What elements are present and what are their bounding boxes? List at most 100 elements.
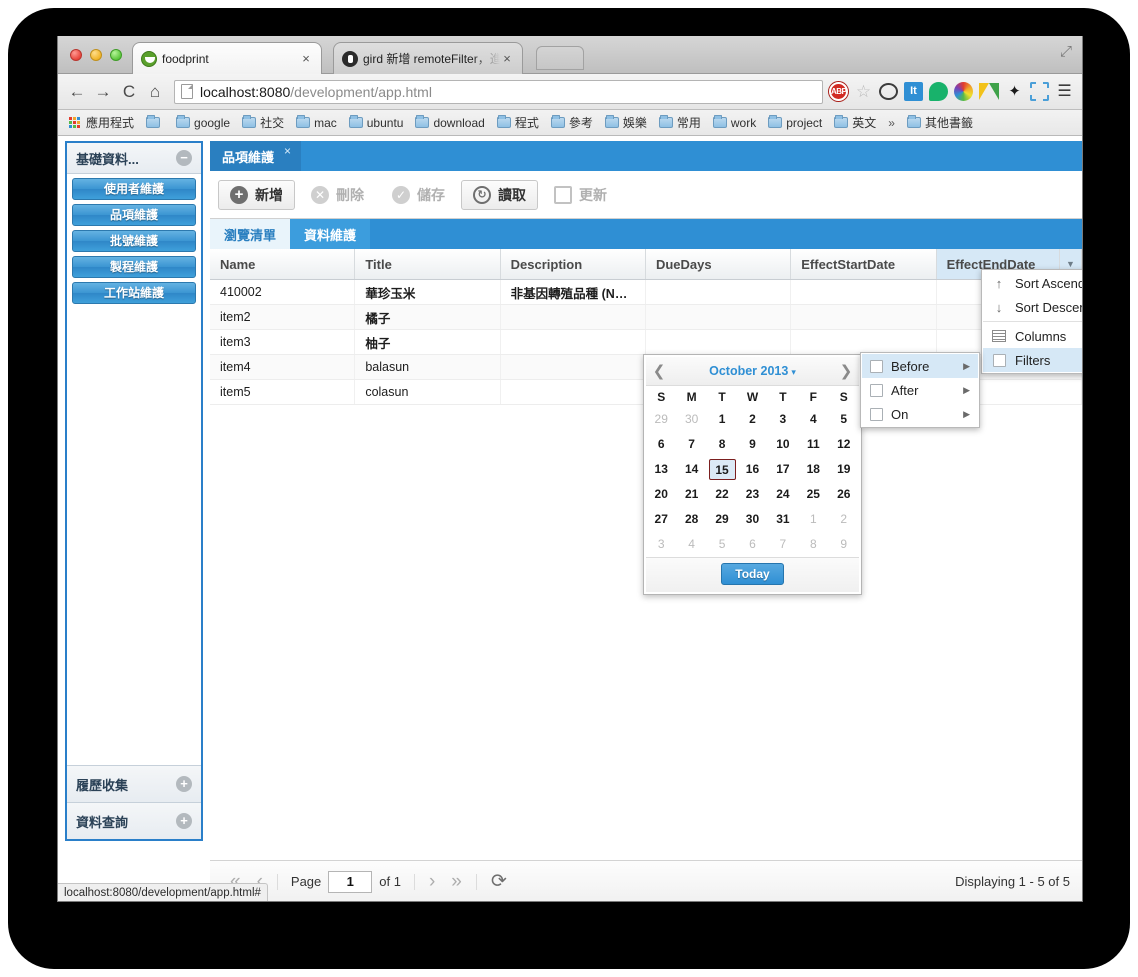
calendar-day[interactable]: 3 (768, 407, 798, 432)
calendar-day[interactable]: 6 (646, 432, 676, 457)
calendar-day[interactable]: 17 (768, 457, 798, 482)
it-extension-icon[interactable]: It (904, 82, 923, 101)
menu-item-filter-before[interactable]: Before ▶ (862, 354, 978, 378)
save-button[interactable]: ✓ 儲存 (380, 180, 457, 210)
calendar-day[interactable]: 30 (676, 407, 706, 432)
add-button[interactable]: + 新增 (218, 179, 295, 210)
bookmark-folder-entertainment[interactable]: 娛樂 (600, 112, 652, 133)
calendar-day[interactable]: 7 (676, 432, 706, 457)
expand-icon[interactable]: + (176, 776, 192, 792)
close-icon[interactable]: × (284, 144, 291, 158)
window-minimize-button[interactable] (90, 49, 102, 61)
load-button[interactable]: ↻ 讀取 (461, 179, 538, 210)
bookmark-folder-english[interactable]: 英文 (829, 112, 881, 133)
sidebar-accordion-data-query[interactable]: 資料查詢 + (67, 802, 201, 839)
sidebar-accordion-history-collection[interactable]: 履歷收集 + (67, 765, 201, 802)
new-tab-button[interactable] (536, 46, 584, 70)
bookmark-folder-mac[interactable]: mac (291, 114, 342, 132)
calendar-day[interactable]: 4 (798, 407, 828, 432)
home-icon[interactable]: ⌂ (142, 79, 168, 105)
sidebar-item-user-maintenance[interactable]: 使用者維護 (72, 178, 196, 200)
calendar-day[interactable]: 12 (829, 432, 859, 457)
sidebar-accordion-basic-data[interactable]: 基礎資料... − (67, 143, 201, 174)
calendar-day[interactable]: 1 (707, 407, 737, 432)
update-button[interactable]: 更新 (542, 180, 619, 210)
menu-item-filter-after[interactable]: After ▶ (862, 378, 978, 402)
checkbox-icon[interactable] (870, 359, 883, 373)
browser-tab-github[interactable]: gird 新增 remoteFilter，進行 × (333, 42, 523, 74)
calendar-day[interactable]: 8 (798, 532, 828, 557)
bookmark-folder-project[interactable]: project (763, 114, 827, 132)
tab-data-maintenance[interactable]: 資料維護 (290, 219, 371, 249)
screenshot-icon[interactable] (1030, 82, 1049, 101)
sparkle-icon[interactable]: ✦ (1005, 82, 1024, 101)
circle-extension-icon[interactable] (879, 83, 898, 100)
calendar-day[interactable]: 29 (646, 407, 676, 432)
calendar-day[interactable]: 26 (829, 482, 859, 507)
collapse-icon[interactable]: − (176, 150, 192, 166)
bookmark-folder-work[interactable]: work (708, 114, 761, 132)
bookmark-apps[interactable]: 應用程式 (64, 112, 139, 133)
bookmarks-overflow-icon[interactable]: » (883, 116, 900, 130)
menu-item-filters[interactable]: Filters ▶ (983, 348, 1082, 372)
grid-column-header-name[interactable]: Name (210, 249, 356, 279)
calendar-day[interactable]: 19 (829, 457, 859, 482)
sidebar-item-batch-maintenance[interactable]: 批號維護 (72, 230, 196, 252)
calendar-day[interactable]: 3 (646, 532, 676, 557)
table-row[interactable]: item2 橘子 (210, 305, 1082, 330)
address-bar[interactable]: localhost:8080/development/app.html (174, 79, 823, 104)
calendar-day[interactable]: 21 (676, 482, 706, 507)
bookmark-folder-other[interactable]: 其他書籤 (902, 112, 978, 133)
calendar-day[interactable]: 28 (676, 507, 706, 532)
reload-icon[interactable]: C (116, 79, 142, 105)
today-button[interactable]: Today (721, 563, 784, 585)
browser-tab-foodprint[interactable]: foodprint × (132, 42, 322, 74)
calendar-day[interactable]: 20 (646, 482, 676, 507)
calendar-day[interactable]: 13 (646, 457, 676, 482)
calendar-day[interactable]: 31 (768, 507, 798, 532)
grid-column-header-title[interactable]: Title (355, 249, 501, 279)
calendar-day[interactable]: 6 (737, 532, 767, 557)
window-zoom-button[interactable] (110, 49, 122, 61)
calendar-day[interactable]: 4 (676, 532, 706, 557)
close-icon[interactable]: × (299, 52, 313, 65)
bookmark-folder-program[interactable]: 程式 (492, 112, 544, 133)
calendar-day[interactable]: 9 (737, 432, 767, 457)
close-icon[interactable]: × (500, 52, 514, 65)
delete-button[interactable]: ✕ 刪除 (299, 180, 376, 210)
calendar-day-selected[interactable]: 15 (707, 457, 737, 482)
bookmark-folder-reference[interactable]: 參考 (546, 112, 598, 133)
next-month-icon[interactable]: ❯ (833, 362, 859, 380)
calendar-day[interactable]: 5 (707, 532, 737, 557)
calendar-day[interactable]: 29 (707, 507, 737, 532)
sidebar-item-workstation-maintenance[interactable]: 工作站維護 (72, 282, 196, 304)
hangouts-icon[interactable] (929, 82, 948, 101)
calendar-day[interactable]: 22 (707, 482, 737, 507)
tab-item-maintenance[interactable]: 品項維護 × (210, 141, 302, 171)
forward-icon[interactable]: → (90, 79, 116, 105)
calendar-day[interactable]: 11 (798, 432, 828, 457)
page-input[interactable]: 1 (328, 870, 373, 893)
calendar-day[interactable]: 27 (646, 507, 676, 532)
bookmark-star-icon[interactable]: ☆ (854, 82, 873, 101)
menu-item-sort-ascending[interactable]: ↑ Sort Ascending (983, 271, 1082, 295)
grid-column-header-effectstartdate[interactable]: EffectStartDate (791, 249, 937, 279)
calendar-day[interactable]: 16 (737, 457, 767, 482)
calendar-day[interactable]: 5 (829, 407, 859, 432)
calendar-day[interactable]: 10 (768, 432, 798, 457)
grid-column-header-description[interactable]: Description (501, 249, 646, 279)
calendar-day[interactable]: 1 (798, 507, 828, 532)
chrome-menu-icon[interactable]: ☰ (1055, 82, 1074, 101)
calendar-day[interactable]: 7 (768, 532, 798, 557)
bookmark-folder-ubuntu[interactable]: ubuntu (344, 114, 409, 132)
menu-item-filter-on[interactable]: On ▶ (862, 402, 978, 426)
next-page-icon[interactable]: › (421, 871, 443, 893)
sidebar-item-item-maintenance[interactable]: 品項維護 (72, 204, 196, 226)
window-close-button[interactable] (70, 49, 82, 61)
calendar-day[interactable]: 23 (737, 482, 767, 507)
checkbox-icon[interactable] (870, 383, 883, 397)
sidebar-item-process-maintenance[interactable]: 製程維護 (72, 256, 196, 278)
back-icon[interactable]: ← (64, 79, 90, 105)
prev-month-icon[interactable]: ❮ (646, 362, 672, 380)
menu-item-sort-descending[interactable]: ↓ Sort Descending (983, 295, 1082, 319)
